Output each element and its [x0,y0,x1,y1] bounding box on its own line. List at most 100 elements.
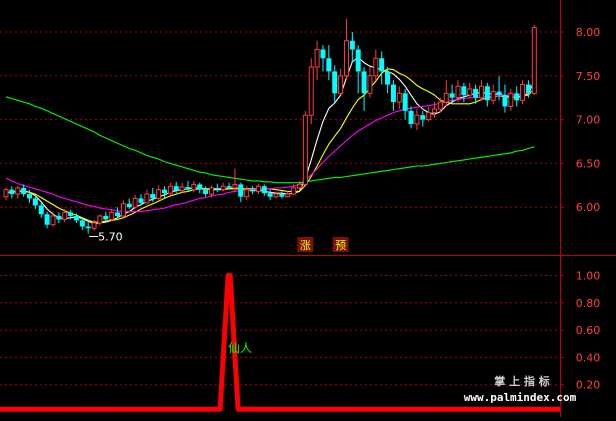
candle-body [291,187,297,195]
candle-body [214,187,220,190]
signal-label-text: 涨 [300,239,311,252]
candle-body [68,212,74,216]
candle-body [115,212,121,216]
candle-body [150,194,156,199]
candle-body [103,215,109,220]
candle-body [455,85,461,99]
candle-body [326,58,332,72]
candle-body [349,40,355,50]
y-tick-label: 7.50 [576,70,601,83]
stock-chart: 5.70 涨 预 仙人 8.00 7.50 7.00 6.50 6.00 1.00 0.80 0.… [0,0,616,417]
candle-body [15,187,21,195]
candle-body [432,108,438,114]
candle-body [496,91,502,96]
y-tick-label: 7.00 [576,114,601,127]
y-tick-label: 6.00 [576,201,601,214]
indicator-annotation: 仙人 [228,341,252,355]
candle-body [396,92,402,103]
candle-body [502,95,508,107]
candle-body [338,75,344,94]
candle-body [449,93,455,98]
candle-body [109,211,115,220]
candle-body [38,205,44,215]
candle-body [255,185,261,192]
candle-body [355,49,361,72]
candle-body [514,93,520,101]
candle-body [467,88,473,96]
candle-body [32,198,38,206]
candle-body [26,194,32,199]
signal-label: 预 [332,237,349,252]
candle-body [85,226,91,229]
y-tick-label: 6.50 [576,157,601,170]
candle-body [437,101,443,110]
candle-body [443,92,449,103]
watermark-site: www.palmindex.com [464,391,577,404]
candle-body [179,186,185,192]
candle-body [273,193,279,198]
indicator-tick-label: 0.60 [576,324,601,337]
candle-body [21,187,27,195]
candle-body [520,84,526,101]
candle-body [379,58,385,72]
candle-body [250,189,256,192]
candle-body [285,193,291,198]
candle-body [208,187,214,195]
low-price-label: 5.70 [98,230,123,243]
candle-body [508,92,514,107]
candle [531,24,537,96]
candle-body [343,40,349,77]
candle-body [226,186,232,188]
signal-label: 涨 [297,237,314,252]
candle-body [297,183,302,189]
candle-body [385,71,391,85]
candle-body [314,49,320,68]
candle-body [56,215,62,220]
candle-body [308,66,314,116]
candle-body [9,189,15,195]
candle-body [3,189,9,198]
candle-body [91,222,97,229]
candle-body [473,88,479,98]
y-tick-label: 8.00 [576,26,601,39]
candle-body [73,215,79,221]
candle-body [167,185,173,194]
indicator-tick-label: 0.40 [576,351,601,364]
candle-body [302,114,308,185]
candle-body [185,187,191,190]
signal-label-text: 预 [335,239,346,252]
candle-body [173,186,179,191]
candle-body [44,214,50,225]
candle-body [267,193,273,197]
indicator-tick-label: 0.20 [576,379,601,392]
candle-body [203,189,209,195]
candle-body [138,198,144,203]
candle-body [132,197,138,208]
candle-body [197,184,203,190]
candle-body [62,211,68,220]
candle-body [238,184,244,197]
candle [308,58,314,124]
candle-body [261,186,267,194]
candle [302,110,308,185]
candle-body [367,75,373,94]
candle-body [156,189,162,199]
candle-body [161,189,167,194]
candle-body [220,185,226,191]
candle-body [461,86,467,96]
candle-body [478,85,484,99]
candle-body [361,71,367,94]
candle-body [373,57,379,77]
indicator-tick-label: 1.00 [576,270,601,283]
candle-body [79,220,85,227]
candle-body [97,215,103,224]
candle-body [525,84,531,94]
candle-body [120,203,126,217]
candle-body [50,215,56,226]
candle-body [232,183,238,189]
candle-body [279,194,285,197]
candle-body [414,114,420,125]
candle-body [490,91,496,101]
candle-body [420,115,426,120]
candle-body [484,86,490,101]
